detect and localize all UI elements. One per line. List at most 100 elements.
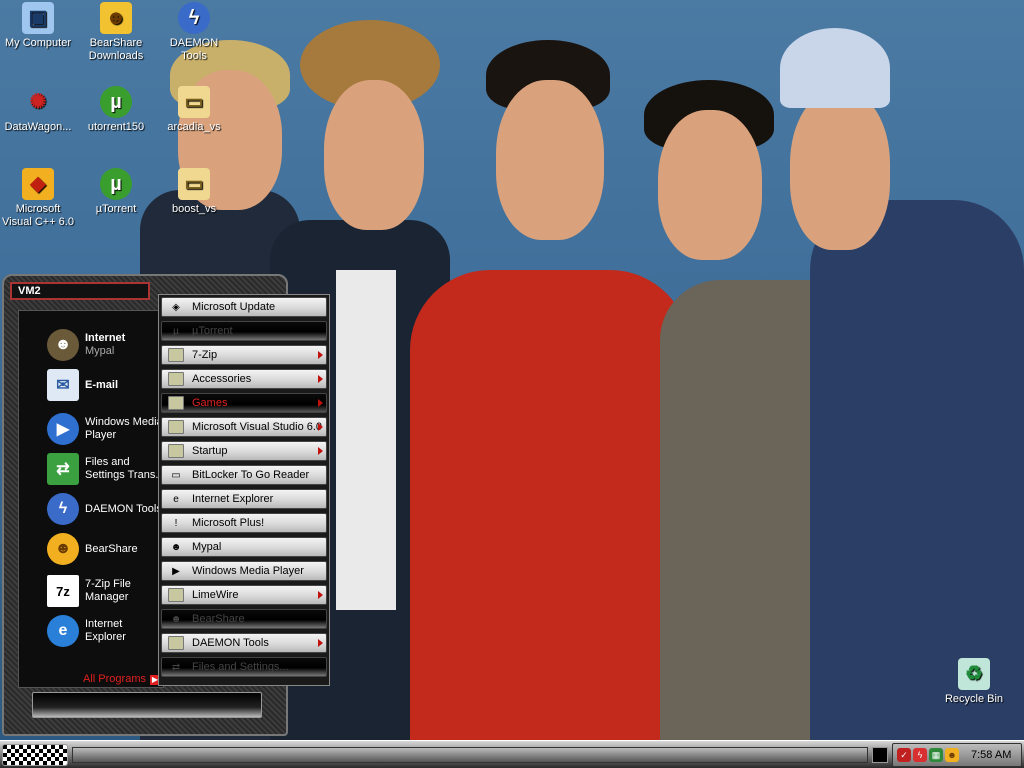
program-item-label: Startup xyxy=(192,445,228,457)
program-item-label: µTorrent xyxy=(192,325,233,337)
lightning-icon[interactable]: ϟ xyxy=(913,748,927,762)
visual-cpp-icon: ◆ xyxy=(22,168,54,200)
start-menu-item-internet[interactable]: ☻ Internet Mypal xyxy=(19,327,165,363)
desktop-icon-my-computer[interactable]: ▣ My Computer xyxy=(0,2,76,50)
program-item[interactable]: e Internet Explorer xyxy=(161,489,327,509)
all-programs-button[interactable]: All Programs ▶ xyxy=(18,670,164,688)
windows-media-player-icon: ▶ xyxy=(172,565,180,577)
submenu-arrow-icon xyxy=(318,423,323,431)
program-item-label: Internet Explorer xyxy=(192,493,274,505)
daemon-tools-icon: ϟ xyxy=(178,2,210,34)
bearshare-tray-icon[interactable]: ☻ xyxy=(945,748,959,762)
submenu-arrow-icon xyxy=(318,399,323,407)
start-menu-left-pane: ☻ Internet Mypal ✉ E-mail ▶ Windows Media… xyxy=(18,310,164,688)
utorrent-icon: µ xyxy=(100,168,132,200)
desktop-icon-bearshare-downloads[interactable]: ☻ BearShare Downloads xyxy=(78,2,154,63)
program-item-label: LimeWire xyxy=(192,589,239,601)
submenu-arrow-icon xyxy=(318,639,323,647)
program-item[interactable]: LimeWire xyxy=(161,585,327,605)
recycle-bin-icon: ♻ xyxy=(958,658,990,690)
desktop-icon-recycle-bin[interactable]: ♻ Recycle Bin xyxy=(936,658,1012,706)
bearshare-icon: ☻ xyxy=(47,533,79,565)
desktop-icon-visual-cpp[interactable]: ◆ Microsoft Visual C++ 6.0 xyxy=(0,168,76,229)
program-item[interactable]: ◈ Microsoft Update xyxy=(161,297,327,317)
program-item-label: Mypal xyxy=(192,541,222,553)
program-item-label: Microsoft Visual Studio 6.0 xyxy=(192,421,323,433)
program-item-label: Microsoft Plus! xyxy=(192,517,265,529)
program-item-label: BearShare xyxy=(192,613,245,625)
program-item[interactable]: Startup xyxy=(161,441,327,461)
submenu-arrow-icon xyxy=(318,591,323,599)
desktop-icon-utorrent[interactable]: µ µTorrent xyxy=(78,168,154,216)
internet-explorer-icon: e xyxy=(173,493,179,505)
network-icon[interactable]: ▦ xyxy=(929,748,943,762)
start-menu-item-internet-explorer[interactable]: e Internet Explorer xyxy=(19,613,165,649)
email-icon: ✉ xyxy=(47,369,79,401)
microsoft-plus-icon: ! xyxy=(174,517,178,529)
program-item[interactable]: ▭ BitLocker To Go Reader xyxy=(161,465,327,485)
all-programs-submenu: ◈ Microsoft Update µ µTorrent 7-Zip Accessori… xyxy=(158,294,330,686)
taskbar: ✓ ϟ ▦ ☻ 7:58 AM xyxy=(0,740,1024,768)
desktop-icon-boost-vs[interactable]: ▭ boost_vs xyxy=(156,168,232,216)
desktop-icon-arcadia-vs[interactable]: ▭ arcadia_vs xyxy=(156,86,232,134)
utorrent-icon: µ xyxy=(100,86,132,118)
start-menu-item-windows-media-player[interactable]: ▶ Windows Media Player xyxy=(19,411,165,447)
program-item[interactable]: ⇄ Files and Settings... xyxy=(161,657,327,677)
mypal-icon: ☻ xyxy=(170,541,182,553)
start-button[interactable] xyxy=(2,744,68,766)
folder-icon xyxy=(168,636,184,650)
utorrent-icon: µ xyxy=(173,325,179,337)
microsoft-update-icon: ◈ xyxy=(172,301,180,313)
program-item[interactable]: ☻ BearShare xyxy=(161,609,327,629)
program-item-label: Games xyxy=(192,397,228,409)
files-settings-transfer-icon: ⇄ xyxy=(47,453,79,485)
folder-icon xyxy=(168,348,184,362)
program-item-label: Windows Media Player xyxy=(192,565,304,577)
program-item-label: Accessories xyxy=(192,373,252,385)
desktop-icon-utorrent150[interactable]: µ utorrent150 xyxy=(78,86,154,134)
start-menu-user-name: VM2 xyxy=(10,282,150,300)
submenu-arrow-icon xyxy=(318,351,323,359)
system-tray: ✓ ϟ ▦ ☻ 7:58 AM xyxy=(892,743,1022,767)
tray-expand-button[interactable] xyxy=(872,747,888,763)
submenu-arrow-icon xyxy=(318,375,323,383)
desktop-icon-daemon-tools[interactable]: ϟ DAEMON Tools xyxy=(156,2,232,63)
bearshare-icon: ☻ xyxy=(170,613,182,625)
start-menu-item-daemon-tools[interactable]: ϟ DAEMON Tools xyxy=(19,491,165,527)
program-item[interactable]: ▶ Windows Media Player xyxy=(161,561,327,581)
folder-icon xyxy=(168,372,184,386)
program-item-label: Microsoft Update xyxy=(192,301,276,313)
folder-icon xyxy=(168,444,184,458)
program-item-label: BitLocker To Go Reader xyxy=(192,469,310,481)
start-menu-item-email[interactable]: ✉ E-mail xyxy=(19,367,165,403)
bearshare-downloads-icon: ☻ xyxy=(100,2,132,34)
folder-icon: ▭ xyxy=(178,168,210,200)
mypal-icon: ☻ xyxy=(47,329,79,361)
program-item[interactable]: 7-Zip xyxy=(161,345,327,365)
windows-media-player-icon: ▶ xyxy=(47,413,79,445)
program-item[interactable]: Microsoft Visual Studio 6.0 xyxy=(161,417,327,437)
program-item[interactable]: ! Microsoft Plus! xyxy=(161,513,327,533)
start-menu-item-bearshare[interactable]: ☻ BearShare xyxy=(19,531,165,567)
program-item-label: 7-Zip xyxy=(192,349,218,361)
folder-icon xyxy=(168,396,184,410)
start-menu-item-7zip[interactable]: 7z 7-Zip File Manager xyxy=(19,573,165,609)
program-item[interactable]: DAEMON Tools xyxy=(161,633,327,653)
shield-icon[interactable]: ✓ xyxy=(897,748,911,762)
submenu-arrow-icon xyxy=(318,447,323,455)
internet-explorer-icon: e xyxy=(47,615,79,647)
taskbar-clock[interactable]: 7:58 AM xyxy=(971,749,1011,761)
program-item[interactable]: Games xyxy=(161,393,327,413)
bitlocker-icon: ▭ xyxy=(171,469,181,481)
program-item[interactable]: µ µTorrent xyxy=(161,321,327,341)
datawagon-icon: ✺ xyxy=(29,90,47,113)
start-menu-item-files-settings-transfer[interactable]: ⇄ Files and Settings Trans... xyxy=(19,451,165,487)
program-item[interactable]: Accessories xyxy=(161,369,327,389)
program-item-label: DAEMON Tools xyxy=(192,637,269,649)
desktop-icon-datawagon[interactable]: ✺ DataWagon... xyxy=(0,86,76,134)
folder-icon: ▭ xyxy=(178,86,210,118)
program-item[interactable]: ☻ Mypal xyxy=(161,537,327,557)
taskbar-buttons-area xyxy=(72,747,868,763)
daemon-tools-icon: ϟ xyxy=(47,493,79,525)
my-computer-icon: ▣ xyxy=(22,2,54,34)
